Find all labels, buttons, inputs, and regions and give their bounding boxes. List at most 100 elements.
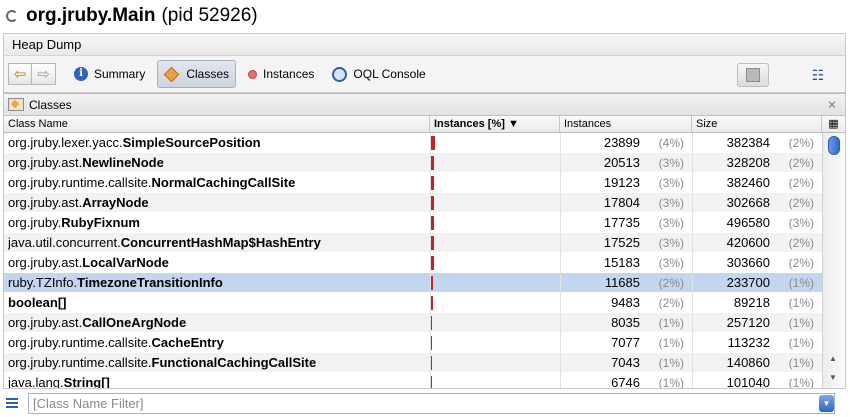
instances-count: 7077 (611, 335, 640, 350)
class-table-body: org.jruby.lexer.yacc.SimpleSourcePositio… (4, 133, 822, 389)
class-simple-name: TimezoneTransitionInfo (77, 275, 223, 290)
tree-view-button[interactable]: ☷ (802, 63, 834, 87)
package-name: java.lang. (8, 375, 64, 389)
filter-dropdown-icon[interactable]: ▼ (819, 395, 834, 412)
close-icon[interactable]: ✕ (827, 98, 837, 112)
size-cell: 303660 (2%) (692, 253, 822, 273)
column-header-instances[interactable]: Instances (560, 116, 692, 132)
instances-count: 20513 (603, 155, 640, 170)
back-button[interactable]: ⇦ (8, 63, 32, 85)
scroll-up-icon[interactable]: ▲ (829, 354, 837, 363)
table-row[interactable]: org.jruby.RubyFixnum 17735 (3%) 496580 (3%) (4, 213, 822, 233)
forward-button[interactable]: ⇨ (32, 63, 56, 85)
instances-cell: 7077 (1%) (560, 333, 692, 353)
size-bytes: 328208 (726, 155, 770, 170)
table-row[interactable]: org.jruby.runtime.callsite.CacheEntry 707… (4, 333, 822, 353)
table-row[interactable]: org.jruby.ast.LocalVarNode 15183 (3%) 30366… (4, 253, 822, 273)
scroll-down-icon[interactable]: ▼ (829, 373, 837, 382)
table-row[interactable]: org.jruby.ast.ArrayNode 17804 (3%) 302668 (2… (4, 193, 822, 213)
table-row[interactable]: boolean[] 9483 (2%) 89218 (1%) (4, 293, 822, 313)
sort-descending-icon: ▼ (507, 118, 519, 130)
instances-cell: 7043 (1%) (560, 353, 692, 373)
table-row[interactable]: org.jruby.runtime.callsite.FunctionalCac… (4, 353, 822, 373)
size-percent: (1%) (788, 376, 814, 389)
tab-summary[interactable]: i Summary (68, 60, 151, 88)
column-divider (560, 133, 561, 388)
package-name: org.jruby.ast. (8, 155, 83, 170)
class-name-cell: org.jruby.ast.NewlineNode (8, 153, 428, 173)
package-name: org.jruby.runtime.callsite. (8, 355, 152, 370)
tab-classes-label: Classes (186, 67, 230, 81)
size-bytes: 420600 (726, 235, 770, 250)
size-cell: 233700 (1%) (692, 273, 822, 293)
snapshot-button[interactable] (737, 63, 769, 87)
tab-instances-label: Instances (263, 67, 315, 81)
size-bytes: 89218 (733, 295, 770, 310)
instances-count: 15183 (603, 255, 640, 270)
instances-percent: (3%) (658, 236, 684, 250)
table-row[interactable]: java.util.concurrent.ConcurrentHashMap$H… (4, 233, 822, 253)
instances-bar-cell (430, 153, 560, 173)
class-simple-name: LocalVarNode (82, 255, 169, 270)
filter-bar: ▼ (0, 390, 850, 417)
filter-icon[interactable] (4, 396, 20, 412)
class-name-cell: org.jruby.ast.LocalVarNode (8, 253, 428, 273)
size-bytes: 101040 (726, 375, 770, 389)
table-row[interactable]: org.jruby.ast.CallOneArgNode 8035 (1%) 2571… (4, 313, 822, 333)
package-name: org.jruby.ast. (8, 255, 83, 270)
app-name: org.jruby.Main (26, 5, 156, 26)
column-header-size[interactable]: Size (692, 116, 822, 132)
instances-percent: (1%) (658, 316, 684, 330)
heap-dump-tab[interactable]: Heap Dump (3, 33, 846, 55)
column-divider (430, 133, 431, 388)
class-name-cell: org.jruby.ast.CallOneArgNode (8, 313, 428, 333)
size-cell: 140860 (1%) (692, 353, 822, 373)
instances-count: 19123 (603, 175, 640, 190)
class-name-cell: org.jruby.ast.ArrayNode (8, 193, 428, 213)
class-name-filter-input[interactable] (28, 393, 835, 414)
size-bytes: 140860 (726, 355, 770, 370)
instances-count: 7043 (611, 355, 640, 370)
instances-percent: (3%) (658, 256, 684, 270)
size-percent: (1%) (788, 336, 814, 350)
class-name-cell: org.jruby.RubyFixnum (8, 213, 428, 233)
class-name-cell: org.jruby.runtime.callsite.NormalCaching… (8, 173, 428, 193)
size-percent: (2%) (788, 256, 814, 270)
table-row[interactable]: java.lang.String[] 6746 (1%) 101040 (1%) (4, 373, 822, 389)
table-row[interactable]: org.jruby.runtime.callsite.NormalCaching… (4, 173, 822, 193)
package-name: java.util.concurrent. (8, 235, 121, 250)
table-row[interactable]: ruby.TZInfo.TimezoneTransitionInfo 11685 (… (4, 273, 822, 293)
instances-bar-cell (430, 253, 560, 273)
column-chooser-icon[interactable]: ▦ (822, 116, 845, 132)
scroll-thumb[interactable] (828, 136, 840, 155)
vertical-scrollbar[interactable]: ▲ ▼ (822, 133, 845, 388)
heap-dump-tab-label: Heap Dump (12, 37, 82, 52)
column-header-class-name[interactable]: Class Name (4, 116, 430, 132)
instances-count: 17735 (603, 215, 640, 230)
instances-bar-cell (430, 293, 560, 313)
instances-percent: (2%) (658, 296, 684, 310)
table-header: Class Name Instances [%] ▼ Instances Siz… (4, 116, 845, 133)
class-name-cell: java.util.concurrent.ConcurrentHashMap$H… (8, 233, 428, 253)
table-row[interactable]: org.jruby.lexer.yacc.SimpleSourcePositio… (4, 133, 822, 153)
tab-oql-console[interactable]: OQL Console (326, 60, 431, 88)
instances-bar-cell (430, 233, 560, 253)
tab-instances[interactable]: Instances (242, 60, 320, 88)
size-cell: 328208 (2%) (692, 153, 822, 173)
panel-header: Classes ✕ (4, 94, 845, 116)
size-bytes: 257120 (726, 315, 770, 330)
size-bytes: 303660 (726, 255, 770, 270)
tab-classes[interactable]: Classes (157, 60, 237, 88)
instances-cell: 17735 (3%) (560, 213, 692, 233)
instances-count: 23899 (603, 135, 640, 150)
size-percent: (1%) (788, 296, 814, 310)
table-row[interactable]: org.jruby.ast.NewlineNode 20513 (3%) 328208… (4, 153, 822, 173)
class-simple-name: NormalCachingCallSite (151, 175, 296, 190)
column-divider (692, 133, 693, 388)
arrow-right-icon: ⇨ (37, 66, 50, 83)
column-header-instances-pct[interactable]: Instances [%] ▼ (430, 116, 560, 132)
instances-cell: 6746 (1%) (560, 373, 692, 389)
instances-percent: (3%) (658, 216, 684, 230)
instances-count: 6746 (611, 375, 640, 389)
size-cell: 257120 (1%) (692, 313, 822, 333)
